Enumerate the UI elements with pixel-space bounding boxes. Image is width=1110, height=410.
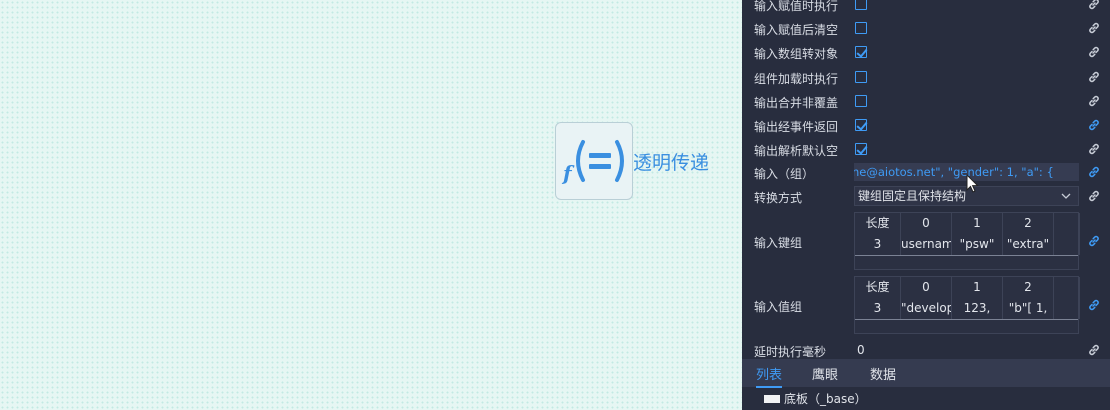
table-column-empty: [1054, 277, 1080, 319]
option-checkbox[interactable]: [855, 143, 867, 156]
option-checkbox[interactable]: [855, 0, 867, 10]
key-group-table[interactable]: 长度 3 0 username 1 "psw" 2 "extra": [854, 212, 1080, 270]
option-checkbox[interactable]: [855, 46, 867, 59]
table-value-cell[interactable]: 3: [855, 298, 900, 319]
layer-swatch: [764, 394, 780, 403]
link-icon[interactable]: [1087, 118, 1101, 132]
table-column: 2 "b"[ 1,: [1003, 277, 1054, 319]
table-header-cell: 1: [973, 280, 981, 294]
option-label: 组件加载时执行: [754, 71, 839, 86]
link-icon[interactable]: [1087, 142, 1101, 156]
option-label: 输出解析默认空: [754, 144, 839, 159]
link-icon[interactable]: [1087, 189, 1101, 203]
scrollbar[interactable]: [855, 319, 1078, 320]
option-checkbox[interactable]: [855, 119, 867, 131]
transparent-pass-widget[interactable]: f 透明传递: [555, 122, 709, 200]
delay-value[interactable]: 0: [857, 343, 865, 357]
option-label: 输入赋值后清空: [754, 23, 839, 38]
delay-label: 延时执行毫秒: [754, 345, 827, 359]
widget-label: 透明传递: [633, 151, 710, 174]
mouse-cursor-icon: [966, 174, 979, 193]
option-checkbox[interactable]: [855, 22, 867, 35]
transform-row: 转换方式 键组固定且保持结构: [742, 185, 1110, 209]
svg-text:f: f: [561, 161, 575, 185]
option-row: 组件加载时执行: [742, 66, 1110, 90]
link-icon[interactable]: [1087, 343, 1101, 357]
link-icon[interactable]: [1087, 45, 1101, 59]
table-column: 1 123,: [952, 277, 1003, 319]
table-value-cell[interactable]: "extra": [1003, 234, 1053, 255]
input-group-row: 输入（组） ne@aiotos.net", "gender": 1, "a": …: [742, 161, 1110, 185]
table-column: 2 "extra": [1003, 213, 1054, 255]
table-column: 1 "psw": [952, 213, 1003, 255]
layer-item-base[interactable]: 底板（_base）: [764, 390, 867, 407]
option-label: 输入数组转对象: [754, 47, 839, 62]
properties-panel: 输入赋值时执行 输入赋值后清空 输入数组转对象 组件加载时执行 输出合并非覆盖 输出经事件…: [742, 0, 1110, 410]
tab-data[interactable]: 数据: [870, 364, 896, 383]
option-row: 输出经事件返回: [742, 114, 1110, 138]
tab-list[interactable]: 列表: [756, 364, 783, 388]
option-label: 输入赋值时执行: [754, 0, 839, 13]
table-value-cell[interactable]: "develop: [901, 298, 951, 319]
table-column-empty: [1054, 213, 1080, 255]
option-row: 输出解析默认空: [742, 138, 1110, 162]
value-group-table[interactable]: 长度 3 0 "develop 1 123, 2 "b"[ 1,: [854, 276, 1080, 334]
link-icon[interactable]: [1087, 70, 1101, 84]
chevron-down-icon: [1061, 193, 1071, 199]
input-group-label: 输入（组）: [754, 167, 815, 181]
link-icon[interactable]: [1087, 165, 1101, 179]
option-checkbox[interactable]: [855, 94, 867, 107]
value-group-label: 输入值组: [754, 300, 803, 314]
link-icon[interactable]: [1087, 0, 1101, 11]
layer-label: 底板（_base）: [784, 392, 867, 406]
tab-eagle-eye[interactable]: 鹰眼: [812, 364, 838, 383]
table-header-cell: 2: [1024, 216, 1032, 230]
link-icon[interactable]: [1087, 94, 1101, 108]
table-value-cell[interactable]: "psw": [952, 234, 1002, 255]
table-column: 长度 3: [855, 277, 901, 319]
link-icon[interactable]: [1087, 234, 1101, 248]
option-label: 输出合并非覆盖: [754, 95, 839, 110]
table-header-cell: 2: [1024, 280, 1032, 294]
key-group-label: 输入键组: [754, 236, 803, 250]
table-header-cell: 0: [922, 216, 930, 230]
table-header-cell: 长度: [865, 216, 890, 230]
table-value-cell[interactable]: "b"[ 1,: [1003, 298, 1053, 319]
link-icon[interactable]: [1087, 21, 1101, 35]
option-checkbox[interactable]: [855, 70, 867, 83]
option-row: 输入赋值时执行: [742, 0, 1110, 17]
link-icon[interactable]: [1087, 298, 1101, 312]
table-header-cell: 0: [922, 280, 930, 294]
option-row: 输入数组转对象: [742, 41, 1110, 65]
table-value-cell[interactable]: 123,: [952, 298, 1002, 319]
table-column: 0 "develop: [901, 277, 952, 319]
option-row: 输出合并非覆盖: [742, 90, 1110, 114]
table-header-cell: 长度: [865, 280, 890, 294]
option-row: 输入赋值后清空: [742, 17, 1110, 41]
bottom-tabs: 列表 鹰眼 数据: [742, 359, 1110, 388]
function-equals-icon: f: [555, 122, 633, 200]
table-header-cell: 1: [973, 216, 981, 230]
table-value-cell[interactable]: username: [901, 234, 951, 255]
scrollbar[interactable]: [855, 255, 1078, 256]
table-column: 长度 3: [855, 213, 901, 255]
table-value-cell[interactable]: 3: [855, 234, 900, 255]
option-label: 输出经事件返回: [754, 120, 839, 134]
transform-label: 转换方式: [754, 191, 803, 205]
table-column: 0 username: [901, 213, 952, 255]
